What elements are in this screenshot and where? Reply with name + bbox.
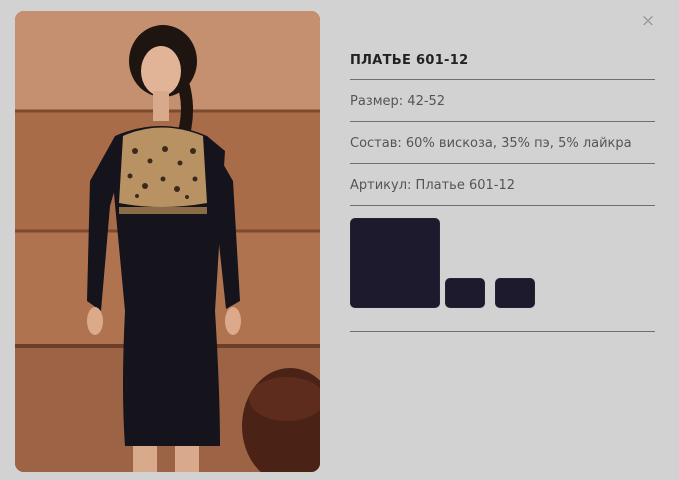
close-icon[interactable]: ×	[639, 12, 657, 30]
composition-row: Состав: 60% вискоза, 35% пэ, 5% лайкра	[350, 122, 655, 164]
article-label: Артикул:	[350, 178, 412, 193]
size-value: 42-52	[407, 94, 446, 109]
color-swatches	[350, 206, 655, 332]
color-swatch[interactable]	[495, 278, 535, 308]
product-title: ПЛАТЬЕ 601-12	[350, 50, 655, 80]
product-photo-illustration	[15, 11, 320, 472]
size-row: Размер: 42-52	[350, 80, 655, 122]
color-swatch[interactable]	[445, 278, 485, 308]
color-swatch-selected[interactable]	[350, 218, 440, 308]
size-label: Размер:	[350, 94, 404, 109]
article-row: Артикул: Платье 601-12	[350, 164, 655, 206]
product-photo	[15, 11, 320, 472]
composition-label: Состав:	[350, 136, 402, 151]
composition-value: 60% вискоза, 35% пэ, 5% лайкра	[405, 136, 632, 151]
product-quick-view-modal: × ПЛАТЬЕ 601-12 Размер: 42-52 Состав: 60…	[0, 0, 679, 480]
product-info: ПЛАТЬЕ 601-12 Размер: 42-52 Состав: 60% …	[350, 50, 655, 332]
article-value: Платье 601-12	[415, 178, 516, 193]
